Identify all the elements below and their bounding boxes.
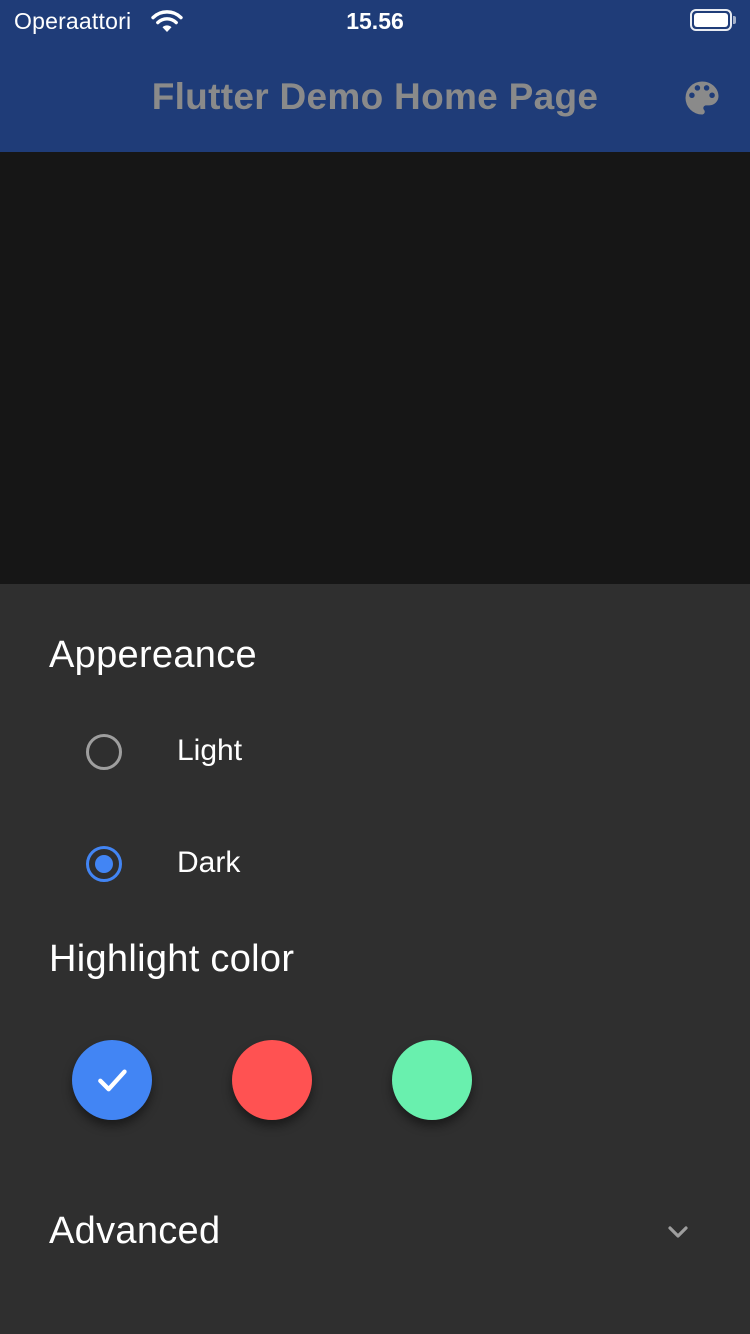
radio-option-light[interactable]: Light [0, 706, 750, 796]
radio-dark[interactable] [86, 846, 122, 882]
highlight-color-heading: Highlight color [49, 938, 295, 980]
appearance-heading: Appereance [49, 634, 257, 676]
theme-settings-sheet: Appereance Light Dark Highlight color Ad… [0, 584, 750, 1334]
status-time: 15.56 [346, 8, 404, 34]
advanced-expander[interactable]: Advanced [0, 1194, 750, 1274]
check-icon [98, 1069, 127, 1092]
radio-light[interactable] [86, 734, 122, 770]
radio-label-dark: Dark [177, 846, 241, 879]
page-title: Flutter Demo Home Page [151, 76, 599, 117]
radio-label-light: Light [177, 734, 243, 767]
advanced-heading: Advanced [49, 1210, 221, 1252]
color-swatch-green[interactable] [392, 1040, 472, 1120]
screen: Operaattori 15.56 Flutter Demo Home Page… [0, 0, 750, 1334]
app-bar: Operaattori 15.56 Flutter Demo Home Page [0, 0, 750, 152]
color-swatch-blue[interactable] [72, 1040, 152, 1120]
status-bar: Operaattori 15.56 [0, 0, 750, 40]
battery-full-icon [690, 9, 736, 31]
chevron-down-icon [668, 1226, 688, 1238]
page-body [0, 152, 750, 584]
palette-icon[interactable] [680, 76, 724, 120]
color-swatch-red[interactable] [232, 1040, 312, 1120]
radio-option-dark[interactable]: Dark [0, 818, 750, 908]
